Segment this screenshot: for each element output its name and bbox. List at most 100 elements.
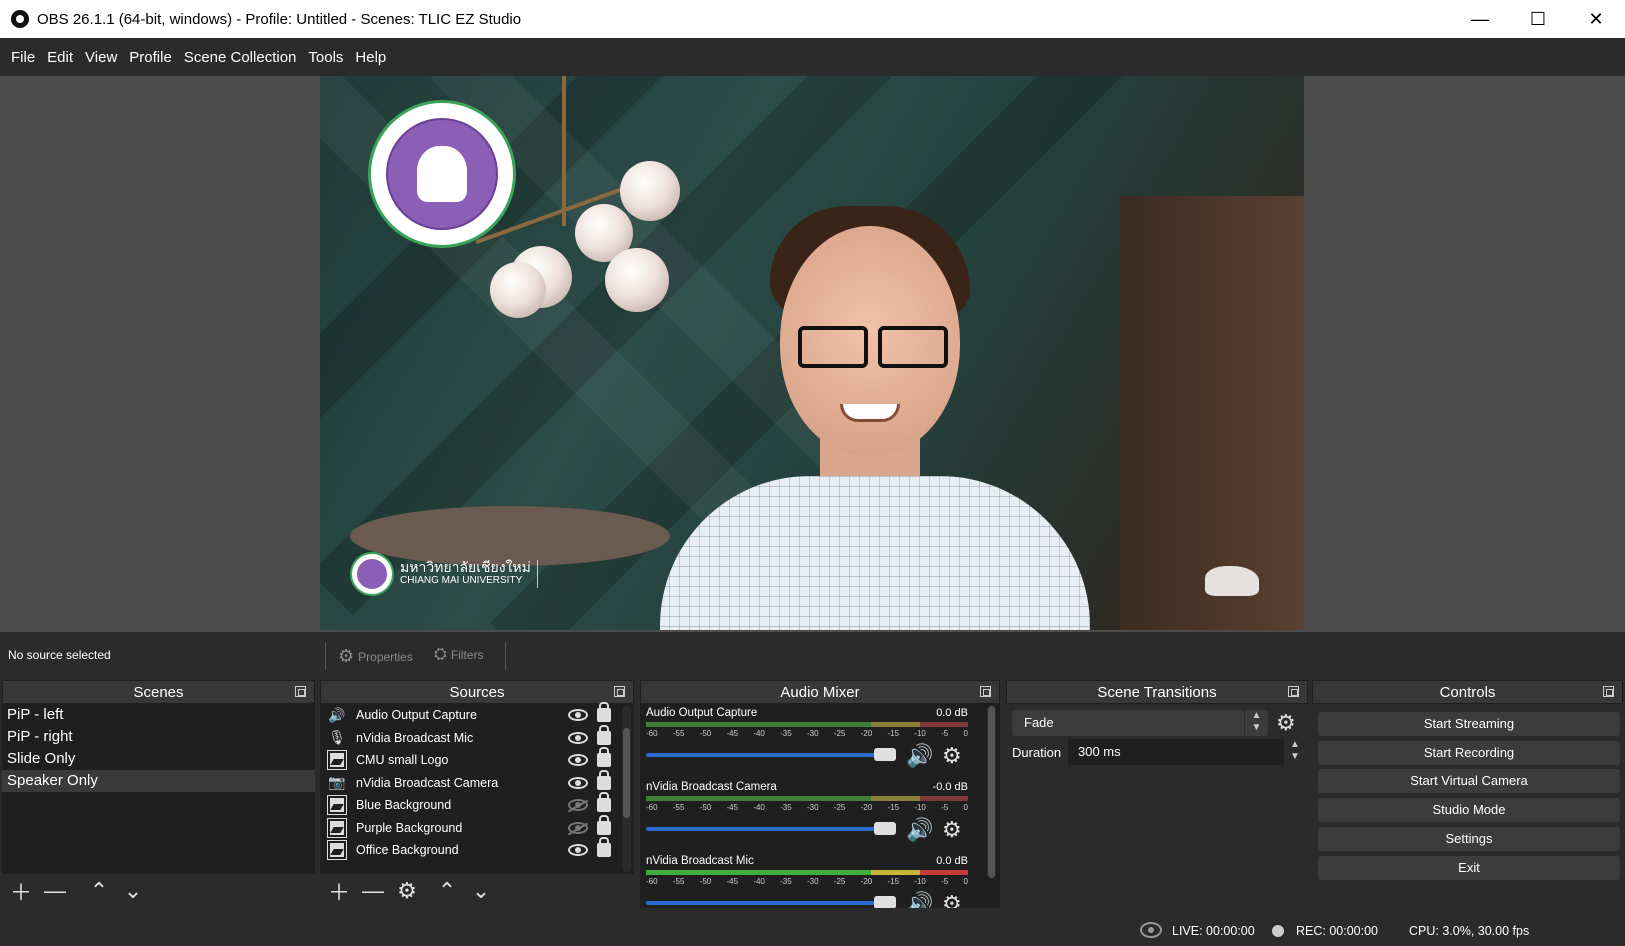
add-source-button[interactable]: ＋ bbox=[326, 878, 352, 905]
mixer-channel: nVidia Broadcast Mic 0.0 dB -60 -55 -50 -45… bbox=[640, 852, 980, 908]
menu-view[interactable]: View bbox=[85, 49, 117, 66]
move-up-button[interactable]: ⌃ bbox=[86, 878, 112, 904]
mute-speaker-icon[interactable]: 🔊 bbox=[906, 891, 933, 908]
filters-button[interactable]: ⛭ Filters bbox=[434, 646, 483, 664]
undock-icon[interactable] bbox=[980, 686, 991, 697]
properties-button[interactable]: ⚙ Properties bbox=[338, 646, 413, 667]
menu-help[interactable]: Help bbox=[355, 49, 386, 66]
add-scene-button[interactable]: ＋ bbox=[8, 878, 34, 905]
mixer-channel: nVidia Broadcast Camera -0.0 dB -60 -55 -5… bbox=[640, 778, 980, 852]
scene-item[interactable]: PiP - right bbox=[2, 726, 315, 748]
meter-tick-label: -35 bbox=[780, 729, 792, 738]
menu-scene-collection[interactable]: Scene Collection bbox=[184, 49, 297, 66]
scene-item-selected[interactable]: Speaker Only bbox=[2, 770, 315, 792]
eye-hidden-icon[interactable] bbox=[568, 821, 588, 834]
filters-label: Filters bbox=[450, 648, 484, 662]
menu-file[interactable]: File bbox=[11, 49, 35, 66]
source-item[interactable]: 🔊 Audio Output Capture bbox=[320, 702, 634, 727]
slider-knob[interactable] bbox=[874, 748, 896, 761]
start-recording-button[interactable]: Start Recording bbox=[1318, 741, 1620, 765]
source-item[interactable]: Purple Background bbox=[320, 814, 634, 840]
sources-scrollbar[interactable] bbox=[622, 706, 631, 872]
lock-icon[interactable] bbox=[597, 814, 611, 835]
studio-mode-button[interactable]: Studio Mode bbox=[1318, 798, 1620, 822]
eye-hidden-icon[interactable] bbox=[568, 799, 588, 812]
channel-name: nVidia Broadcast Camera bbox=[646, 781, 777, 793]
scene-item[interactable]: PiP - left bbox=[2, 704, 315, 726]
menu-edit[interactable]: Edit bbox=[47, 49, 73, 66]
volume-slider[interactable] bbox=[646, 822, 896, 835]
source-item[interactable]: Blue Background bbox=[320, 792, 634, 817]
source-properties-gear-icon[interactable]: ⚙ bbox=[394, 878, 420, 904]
meter-tick-label: -20 bbox=[860, 729, 873, 738]
close-button[interactable]: ✕ bbox=[1567, 0, 1625, 38]
settings-button[interactable]: Settings bbox=[1318, 827, 1620, 851]
source-name: CMU small Logo bbox=[356, 753, 449, 768]
remove-scene-button[interactable]: — bbox=[42, 878, 68, 904]
eye-icon[interactable] bbox=[568, 731, 588, 744]
lock-icon[interactable] bbox=[597, 837, 611, 857]
undock-icon[interactable] bbox=[295, 686, 306, 697]
eye-icon[interactable] bbox=[568, 844, 588, 857]
undock-icon[interactable] bbox=[614, 686, 625, 697]
remove-source-button[interactable]: — bbox=[360, 878, 386, 904]
duration-spinner[interactable]: ▲ ▼ bbox=[1286, 739, 1304, 765]
source-item[interactable]: CMU small Logo bbox=[320, 747, 634, 772]
gear-icon[interactable]: ⚙ bbox=[942, 817, 962, 843]
maximize-button[interactable]: ☐ bbox=[1509, 0, 1567, 38]
lock-icon[interactable] bbox=[597, 702, 611, 722]
slider-knob[interactable] bbox=[874, 822, 896, 835]
start-virtual-camera-button[interactable]: Start Virtual Camera bbox=[1318, 769, 1620, 793]
meter-tick-label: -5 bbox=[941, 877, 949, 886]
meter-tick-label: -60 bbox=[646, 877, 658, 886]
duration-input[interactable]: 300 ms bbox=[1068, 739, 1284, 765]
transition-gear-icon[interactable]: ⚙ bbox=[1276, 710, 1296, 736]
channel-name: nVidia Broadcast Mic bbox=[646, 855, 754, 867]
meter-tick-label: -20 bbox=[860, 803, 873, 812]
sources-header: Sources bbox=[320, 680, 634, 704]
camera-icon: 📷 bbox=[328, 774, 346, 791]
meter-tick-label: -30 bbox=[806, 729, 819, 738]
menu-tools[interactable]: Tools bbox=[308, 49, 343, 66]
lock-icon[interactable] bbox=[597, 792, 611, 812]
lock-icon[interactable] bbox=[597, 769, 611, 790]
lock-icon[interactable] bbox=[597, 724, 611, 745]
audio-mixer-title: Audio Mixer bbox=[780, 683, 860, 701]
eye-icon[interactable] bbox=[568, 709, 588, 722]
controls-title: Controls bbox=[1439, 683, 1496, 701]
minimize-button[interactable]: — bbox=[1451, 0, 1509, 38]
mixer-scrollbar[interactable] bbox=[987, 706, 996, 878]
program-preview[interactable]: มหาวิทยาลัยเชียงใหม่ CHIANG MAI UNIVERSI… bbox=[320, 76, 1304, 630]
person-smile bbox=[840, 404, 900, 422]
undock-icon[interactable] bbox=[1603, 686, 1614, 697]
lock-icon[interactable] bbox=[597, 747, 611, 767]
move-down-button[interactable]: ⌄ bbox=[468, 878, 494, 904]
eye-icon[interactable] bbox=[568, 776, 588, 789]
source-item[interactable]: 🎙 nVidia Broadcast Mic bbox=[320, 724, 634, 750]
source-item[interactable]: Office Background bbox=[320, 837, 634, 862]
mute-speaker-icon[interactable]: 🔊 bbox=[906, 743, 933, 769]
source-item[interactable]: 📷 nVidia Broadcast Camera bbox=[320, 769, 634, 795]
transition-select[interactable]: Fade ▲ ▼ bbox=[1012, 710, 1268, 736]
scene-item[interactable]: Slide Only bbox=[2, 748, 315, 770]
divider bbox=[325, 642, 326, 670]
move-up-button[interactable]: ⌃ bbox=[434, 878, 460, 904]
filter-icon: ⛭ bbox=[434, 646, 447, 663]
eye-icon[interactable] bbox=[568, 754, 588, 767]
image-icon bbox=[327, 750, 347, 771]
undock-icon[interactable] bbox=[1288, 686, 1299, 697]
move-down-button[interactable]: ⌄ bbox=[120, 878, 146, 904]
gear-icon[interactable]: ⚙ bbox=[942, 743, 962, 769]
meter-tick-label: -45 bbox=[726, 803, 739, 812]
start-streaming-button[interactable]: Start Streaming bbox=[1318, 712, 1620, 736]
exit-button[interactable]: Exit bbox=[1318, 856, 1620, 880]
meter-tick-label: -15 bbox=[887, 729, 900, 738]
person-glasses bbox=[798, 326, 948, 368]
slider-knob[interactable] bbox=[874, 896, 896, 908]
gear-icon[interactable]: ⚙ bbox=[942, 891, 962, 908]
volume-slider[interactable] bbox=[646, 896, 896, 908]
mute-speaker-icon[interactable]: 🔊 bbox=[906, 817, 933, 843]
menu-profile[interactable]: Profile bbox=[129, 49, 172, 66]
meter-tick-label: 0 bbox=[963, 803, 968, 812]
volume-slider[interactable] bbox=[646, 748, 896, 761]
